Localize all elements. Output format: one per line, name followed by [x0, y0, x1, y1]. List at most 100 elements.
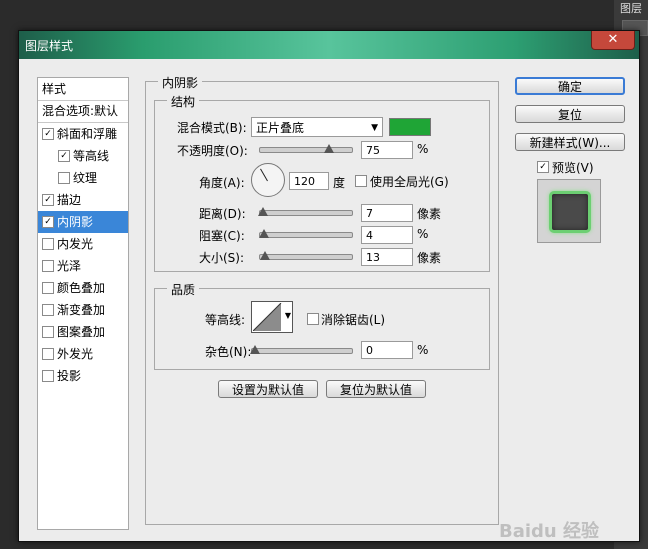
checkbox[interactable]: ✓: [42, 194, 54, 206]
distance-input[interactable]: 7: [361, 204, 413, 222]
distance-unit: 像素: [417, 207, 442, 221]
panel-title: 内阴影: [158, 74, 203, 91]
preview-label: 预览(V): [552, 161, 594, 175]
noise-input[interactable]: 0: [361, 341, 413, 359]
global-light-label: 使用全局光(G): [370, 175, 449, 189]
close-button[interactable]: ✕: [591, 31, 635, 50]
ok-button[interactable]: 确定: [515, 77, 625, 95]
checkbox[interactable]: ✓: [42, 216, 54, 228]
noise-unit: %: [417, 343, 429, 357]
checkbox[interactable]: [42, 260, 54, 272]
quality-title: 品质: [167, 281, 200, 298]
style-item-color-overlay[interactable]: 颜色叠加: [38, 277, 128, 299]
style-item-bevel-emboss[interactable]: ✓ 斜面和浮雕: [38, 123, 128, 145]
style-item-gradient-overlay[interactable]: 渐变叠加: [38, 299, 128, 321]
blend-mode-label: 混合模式(B):: [177, 121, 247, 135]
reset-default-button[interactable]: 复位为默认值: [326, 380, 426, 398]
style-list: 样式 混合选项:默认 ✓ 斜面和浮雕 ✓ 等高线 纹理 ✓ 描边 ✓ 内阴影 内…: [37, 77, 129, 530]
style-item-inner-shadow[interactable]: ✓ 内阴影: [38, 211, 128, 233]
checkbox[interactable]: [42, 370, 54, 382]
chevron-down-icon: ▼: [284, 311, 291, 320]
style-list-header[interactable]: 样式: [38, 78, 128, 101]
slider-thumb[interactable]: [259, 251, 270, 260]
angle-needle: [260, 168, 268, 182]
checkbox[interactable]: ✓: [58, 150, 70, 162]
style-list-header-label: 样式: [42, 82, 67, 96]
style-item-label: 渐变叠加: [57, 303, 106, 317]
contour-curve-icon: [253, 303, 282, 331]
style-item-label: 描边: [57, 193, 82, 207]
size-unit: 像素: [417, 251, 442, 265]
global-light-checkbox[interactable]: [355, 175, 367, 187]
inner-shadow-panel: 内阴影 结构 混合模式(B): 正片叠底 ▼ 不透明度(O): 75 % 角度(…: [145, 74, 499, 525]
shadow-color-swatch[interactable]: [389, 118, 431, 136]
style-preview-thumbnail: [537, 179, 601, 243]
antialias-label: 消除锯齿(L): [321, 313, 386, 327]
new-style-button[interactable]: 新建样式(W)...: [515, 133, 625, 151]
checkbox[interactable]: [42, 326, 54, 338]
size-label: 大小(S):: [199, 251, 245, 265]
blend-options-label: 混合选项:默认: [42, 104, 119, 118]
style-item-pattern-overlay[interactable]: 图案叠加: [38, 321, 128, 343]
structure-title: 结构: [167, 93, 200, 110]
style-item-label: 投影: [57, 369, 82, 383]
preview-swatch: [549, 191, 591, 233]
style-item-texture[interactable]: 纹理: [38, 167, 128, 189]
color-fill: [390, 119, 430, 135]
watermark: Baidu 经验: [499, 521, 600, 542]
distance-slider[interactable]: [257, 207, 353, 216]
checkbox[interactable]: [42, 304, 54, 316]
slider-thumb[interactable]: [257, 207, 268, 216]
chevron-down-icon: ▼: [371, 123, 378, 133]
style-item-outer-glow[interactable]: 外发光: [38, 343, 128, 365]
noise-label: 杂色(N):: [205, 345, 252, 359]
style-item-label: 颜色叠加: [57, 281, 106, 295]
distance-label: 距离(D):: [199, 207, 246, 221]
opacity-unit: %: [417, 142, 429, 156]
style-item-label: 图案叠加: [57, 325, 106, 339]
choke-unit: %: [417, 227, 429, 241]
checkbox[interactable]: [58, 172, 70, 184]
style-item-stroke[interactable]: ✓ 描边: [38, 189, 128, 211]
style-item-label: 斜面和浮雕: [57, 127, 118, 141]
slider-thumb[interactable]: [324, 144, 334, 153]
slider-thumb[interactable]: [250, 345, 260, 354]
checkbox[interactable]: [42, 282, 54, 294]
blend-mode-select[interactable]: 正片叠底 ▼: [251, 117, 383, 137]
blend-options-item[interactable]: 混合选项:默认: [38, 100, 128, 123]
checkbox[interactable]: ✓: [42, 128, 54, 140]
style-item-label: 纹理: [73, 171, 98, 185]
style-item-contour[interactable]: ✓ 等高线: [38, 145, 128, 167]
opacity-input[interactable]: 75: [361, 141, 413, 159]
opacity-slider[interactable]: [259, 144, 353, 153]
layer-style-dialog: 图层样式 ✕ 样式 混合选项:默认 ✓ 斜面和浮雕 ✓ 等高线 纹理 ✓ 描边 …: [18, 30, 640, 542]
size-input[interactable]: 13: [361, 248, 413, 266]
dialog-titlebar[interactable]: 图层样式 ✕: [19, 31, 639, 59]
style-item-drop-shadow[interactable]: 投影: [38, 365, 128, 387]
style-item-label: 内阴影: [57, 215, 94, 229]
checkbox[interactable]: [42, 348, 54, 360]
angle-unit: 度: [333, 176, 346, 190]
layers-panel-label: 图层: [620, 2, 642, 15]
quality-group: 品质 等高线: ▼ 消除锯齿(L) 杂色(N): 0 %: [154, 281, 490, 370]
style-item-label: 光泽: [57, 259, 82, 273]
make-default-button[interactable]: 设置为默认值: [218, 380, 318, 398]
blend-mode-value: 正片叠底: [256, 121, 305, 135]
style-item-satin[interactable]: 光泽: [38, 255, 128, 277]
choke-slider[interactable]: [258, 229, 353, 238]
reset-button[interactable]: 复位: [515, 105, 625, 123]
angle-dial[interactable]: [251, 163, 285, 197]
style-item-inner-glow[interactable]: 内发光: [38, 233, 128, 255]
angle-input[interactable]: 120: [289, 172, 329, 190]
slider-thumb[interactable]: [258, 229, 269, 238]
antialias-checkbox[interactable]: [307, 313, 319, 325]
choke-label: 阻塞(C):: [199, 229, 245, 243]
angle-label: 角度(A):: [199, 176, 245, 190]
checkbox[interactable]: [42, 238, 54, 250]
choke-input[interactable]: 4: [361, 226, 413, 244]
opacity-label: 不透明度(O):: [177, 144, 248, 158]
preview-checkbox[interactable]: ✓: [537, 161, 549, 173]
noise-slider[interactable]: [250, 345, 353, 354]
contour-picker[interactable]: ▼: [251, 301, 293, 333]
size-slider[interactable]: [259, 251, 353, 260]
